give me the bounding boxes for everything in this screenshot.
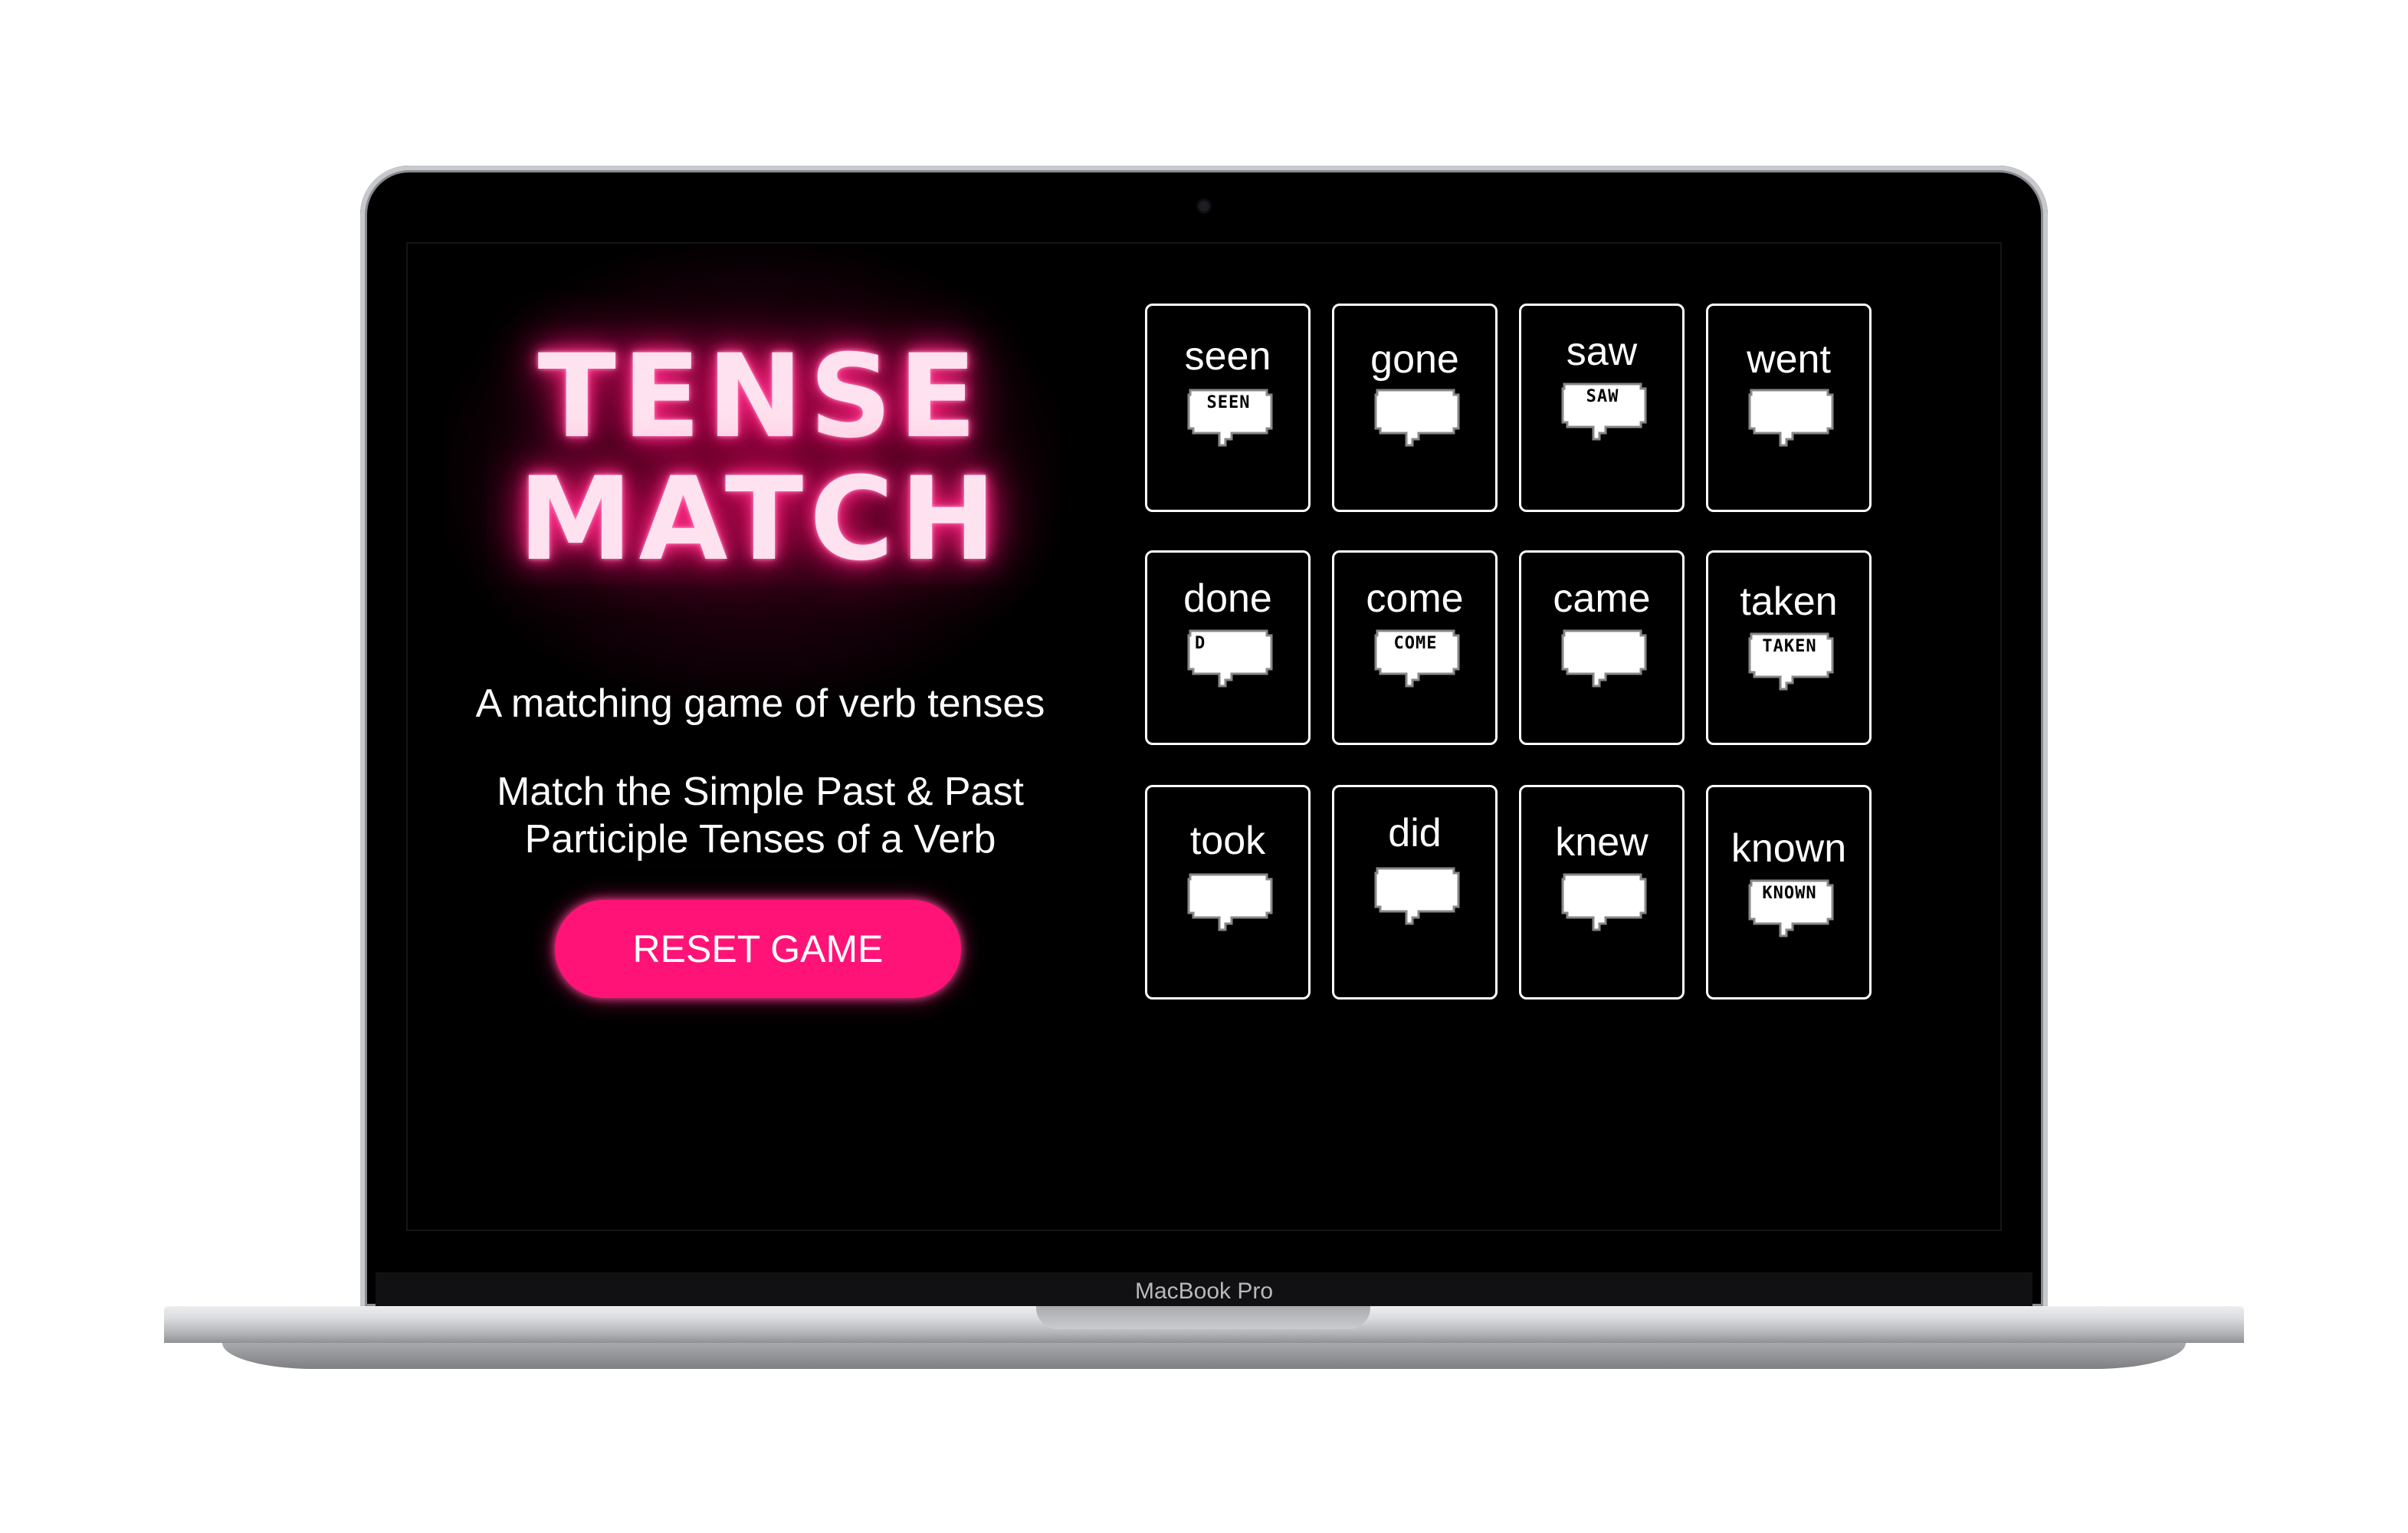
speech-bubble-icon: TAKEN xyxy=(1747,632,1836,703)
model-label: MacBook Pro xyxy=(1134,1279,1274,1304)
card-known[interactable]: known KNOWN xyxy=(1706,785,1872,1000)
card-word: come xyxy=(1366,576,1464,621)
title-line-1: TENSE xyxy=(537,330,983,464)
speech-bubble-icon: COME xyxy=(1373,629,1462,700)
speech-bubble-icon xyxy=(1373,867,1462,937)
title-line-2: MATCH xyxy=(518,453,1002,586)
reset-game-button[interactable]: RESET GAME xyxy=(555,900,961,998)
card-came[interactable]: came xyxy=(1519,550,1685,745)
instructions-line-1: Match the Simple Past & Past xyxy=(497,770,1024,814)
camera-icon xyxy=(1199,201,1209,212)
card-saw[interactable]: saw SAW xyxy=(1519,304,1685,512)
card-done[interactable]: done D xyxy=(1145,550,1311,745)
speech-bubble-icon: KNOWN xyxy=(1747,879,1836,950)
laptop-base-bottom xyxy=(222,1343,2186,1369)
card-took[interactable]: took xyxy=(1145,785,1311,1000)
bubble-text: SEEN xyxy=(1206,393,1251,412)
speech-bubble-icon: SEEN xyxy=(1186,389,1275,459)
card-come[interactable]: come COME xyxy=(1332,550,1498,745)
bubble-text: TAKEN xyxy=(1762,637,1817,656)
speech-bubble-icon xyxy=(1747,389,1836,459)
card-seen[interactable]: seen SEEN xyxy=(1145,304,1311,512)
card-did[interactable]: did xyxy=(1332,785,1498,1000)
card-word: known xyxy=(1731,826,1847,871)
game-instructions: Match the Simple Past & Past Participle … xyxy=(469,768,1051,863)
laptop-lid: TENSE MATCH A matching game of verb tens… xyxy=(360,166,2048,1311)
bubble-text: COME xyxy=(1393,634,1438,653)
lid-notch xyxy=(1036,1306,1370,1329)
speech-bubble-icon xyxy=(1373,389,1462,459)
speech-bubble-icon: SAW xyxy=(1560,382,1649,453)
card-word: taken xyxy=(1740,579,1838,624)
card-went[interactable]: went xyxy=(1706,304,1872,512)
card-word: seen xyxy=(1184,334,1271,379)
card-gone[interactable]: gone xyxy=(1332,304,1498,512)
bezel-bottom: MacBook Pro xyxy=(376,1272,2032,1311)
game-title: TENSE MATCH xyxy=(500,336,1021,581)
bubble-text: SAW xyxy=(1586,387,1619,406)
card-word: gone xyxy=(1370,337,1459,382)
speech-bubble-icon xyxy=(1560,873,1649,944)
card-word: knew xyxy=(1555,820,1649,865)
card-word: went xyxy=(1747,337,1831,382)
speech-bubble-icon xyxy=(1560,629,1649,700)
speech-bubble-icon xyxy=(1186,873,1275,944)
card-knew[interactable]: knew xyxy=(1519,785,1685,1000)
bubble-text: KNOWN xyxy=(1762,884,1817,903)
bubble-text: D xyxy=(1195,634,1206,653)
card-word: saw xyxy=(1566,330,1638,374)
game-subtitle: A matching game of verb tenses xyxy=(475,681,1045,726)
card-taken[interactable]: taken TAKEN xyxy=(1706,550,1872,745)
card-word: came xyxy=(1553,576,1651,621)
card-word: took xyxy=(1189,819,1266,863)
screen: TENSE MATCH A matching game of verb tens… xyxy=(406,242,2002,1231)
instructions-line-2: Participle Tenses of a Verb xyxy=(524,817,996,862)
speech-bubble-icon: D xyxy=(1186,629,1275,700)
card-word: did xyxy=(1388,811,1442,855)
card-word: done xyxy=(1183,576,1272,621)
